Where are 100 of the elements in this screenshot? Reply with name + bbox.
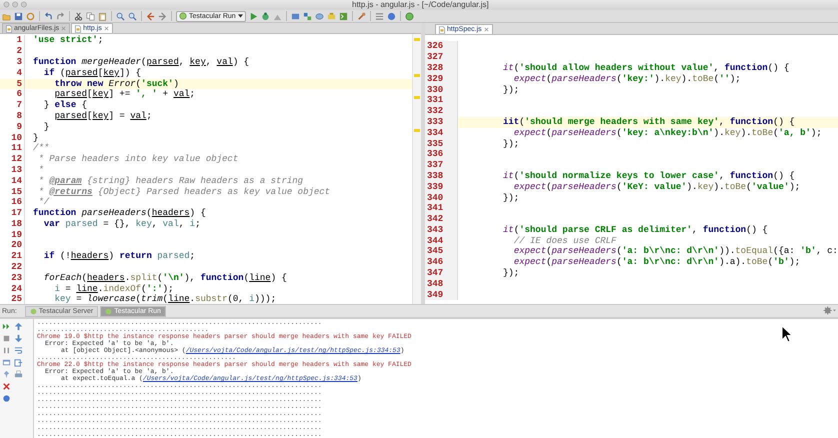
code-line: expect(parseHeaders('a: b\r\nc: d\r\n')).toEqual({a: 'b', c: (512, 246, 838, 258)
code-line: } (42, 122, 50, 133)
stop-icon[interactable] (2, 334, 11, 343)
line-number: 343 (425, 224, 458, 236)
warning-marker[interactable] (414, 74, 420, 78)
search-icon[interactable] (116, 12, 125, 21)
code-line: i = line.indexOf(':'); (54, 284, 174, 294)
code-line: function mergeHeader(parsed, key, val) { (32, 56, 250, 68)
line-number: 16 (0, 197, 25, 208)
replace-icon[interactable] (128, 12, 137, 21)
line-number: 8 (0, 110, 25, 122)
down-icon[interactable] (14, 334, 23, 343)
line-number: 329 (425, 74, 458, 85)
test-runner-icon (105, 308, 112, 315)
code-line: expect(parseHeaders('KeY: value').key).toBe('value'); (512, 182, 800, 192)
settings-icon[interactable] (823, 306, 836, 316)
layout-icon[interactable] (2, 358, 11, 367)
code-line: if (!headers) return parsed; (42, 251, 196, 262)
line-number: 335 (425, 138, 458, 150)
line-number: 20 (0, 240, 25, 252)
cut-icon[interactable] (74, 12, 83, 21)
undo-icon[interactable] (44, 12, 53, 21)
line-number: 345 (425, 246, 458, 258)
rerun-icon[interactable] (2, 322, 11, 331)
line-number: 15 (0, 186, 25, 198)
file-icon (75, 24, 82, 33)
code-line: iit('should merge headers with same key', function() { (502, 116, 795, 128)
close-icon[interactable] (2, 382, 11, 391)
code-line: /** (32, 143, 50, 154)
folder-icon[interactable] (2, 12, 11, 21)
line-number: 14 (0, 176, 25, 186)
test-runner-icon (30, 308, 37, 315)
window-controls-icon[interactable] (3, 1, 29, 8)
code-line: * (37, 164, 44, 176)
code-line: }); (502, 84, 520, 96)
code-line: expect(parseHeaders('a: b\r\nc: d\r\n').a).toBe('b'); (512, 257, 800, 268)
code-line: var parsed = {}, key, val, i; (42, 218, 200, 230)
code-line: it('should parse CRLF as delimiter', function() { (502, 224, 768, 236)
code-line: it('should allow headers without value', function() { (502, 62, 790, 74)
code-line: }); (502, 192, 520, 204)
line-number: 340 (425, 192, 458, 204)
line-number: 22 (0, 262, 25, 273)
list-icon[interactable] (374, 12, 384, 21)
code-line: */ (37, 197, 50, 208)
code-line: if (parsed[key]) { (42, 68, 142, 79)
paste-icon[interactable] (98, 12, 107, 21)
close-icon[interactable] (484, 27, 489, 32)
line-number: 327 (425, 52, 458, 63)
code-line: key = lowercase(trim(line.substr(0, i))); (54, 294, 276, 304)
line-number: 9 (0, 122, 25, 133)
print-icon[interactable] (14, 370, 23, 379)
warning-marker[interactable] (414, 129, 420, 132)
copy-icon[interactable] (86, 12, 95, 21)
close-icon[interactable] (104, 26, 109, 32)
line-number: 348 (425, 278, 458, 290)
code-line: }); (502, 268, 520, 279)
pause-icon[interactable] (2, 346, 11, 355)
line-number: 21 (0, 251, 25, 262)
line-number: 334 (425, 128, 458, 139)
warning-marker[interactable] (414, 96, 420, 100)
code-line: }); (502, 138, 520, 150)
line-number: 5 (0, 78, 25, 90)
code-line: 'use strict'; (32, 35, 104, 46)
file-icon (6, 24, 12, 33)
mouse-pointer-icon (781, 325, 793, 343)
code-line: it('should normalize keys to lower case', function() { (502, 170, 795, 182)
code-line: expect(parseHeaders('key:').key).toBe(''); (512, 74, 741, 85)
line-number: 19 (0, 230, 25, 240)
line-number: 11 (0, 143, 25, 154)
line-number: 342 (425, 214, 458, 225)
line-number: 10 (0, 132, 25, 144)
test-runner-icon (179, 12, 187, 20)
line-number: 3 (0, 56, 25, 68)
code-line: throw new Error('suck') (54, 78, 179, 90)
window-title: http.js - angular.js - [~/Code/angular.js] (352, 0, 489, 10)
forward-icon[interactable] (158, 12, 167, 21)
line-number: 349 (425, 290, 458, 300)
wrench-icon[interactable] (356, 12, 366, 21)
line-number: 23 (0, 272, 25, 284)
redo-icon[interactable] (56, 12, 65, 21)
line-number: 337 (425, 160, 458, 171)
warning-marker[interactable] (414, 38, 420, 42)
wrap-icon[interactable] (14, 346, 23, 355)
line-number: 328 (425, 62, 458, 74)
pin-icon[interactable] (2, 370, 11, 379)
save-icon[interactable] (14, 12, 23, 21)
line-number: 330 (425, 84, 458, 96)
code-line: forEach(headers.split('\n'), function(line) { (42, 272, 287, 284)
code-line: // IE does use CRLF (512, 236, 616, 246)
line-number: 7 (0, 100, 25, 111)
line-number: 341 (425, 203, 458, 214)
line-number: 336 (425, 149, 458, 160)
line-number: 13 (0, 164, 25, 176)
debug-icon[interactable] (260, 12, 270, 21)
line-number: 331 (425, 95, 458, 106)
terminal-icon[interactable] (338, 12, 348, 21)
up-icon[interactable] (14, 322, 23, 331)
code-line: } (32, 132, 38, 144)
back-icon[interactable] (146, 12, 155, 21)
line-number: 339 (425, 182, 458, 192)
